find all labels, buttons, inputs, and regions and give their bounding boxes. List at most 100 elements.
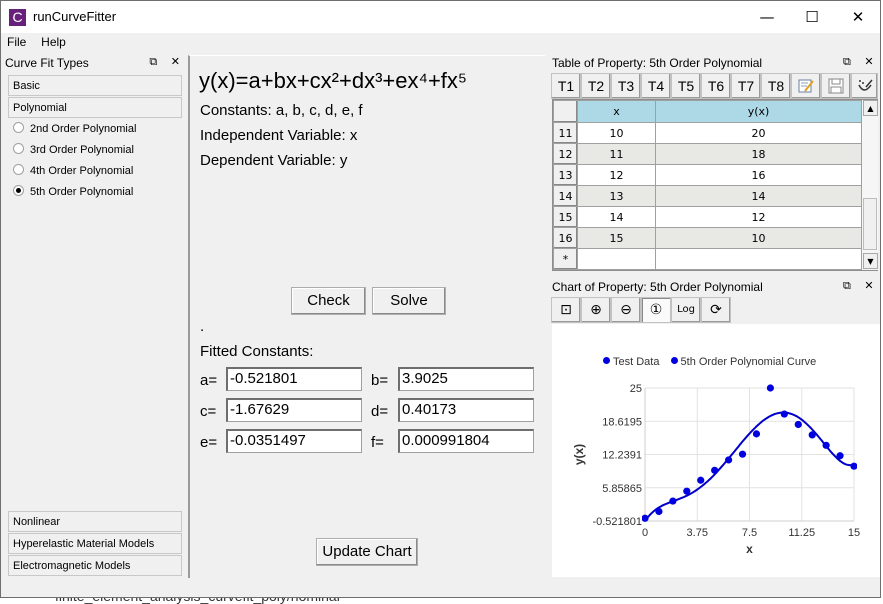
cell-y[interactable]: 18 [655, 143, 862, 165]
tab-t8[interactable]: T8 [761, 73, 791, 99]
option-label: 4th Order Polynomial [30, 165, 134, 177]
cell-y[interactable]: 10 [655, 227, 862, 249]
cell-x[interactable]: 12 [577, 164, 656, 186]
clear-button[interactable] [851, 73, 878, 99]
tab-t5[interactable]: T5 [671, 73, 701, 99]
tab-t4[interactable]: T4 [641, 73, 671, 99]
log-scale-button[interactable]: Log [671, 297, 701, 323]
row-header[interactable]: 12 [553, 143, 578, 165]
category-polynomial[interactable]: Polynomial [8, 97, 182, 118]
input-c[interactable]: -1.67629 [226, 398, 362, 422]
menu-bar: File Help [1, 33, 880, 53]
minimize-button[interactable]: — [744, 1, 790, 33]
category-nonlinear[interactable]: Nonlinear [8, 511, 182, 532]
update-chart-button[interactable]: Update Chart [316, 538, 418, 566]
row-header[interactable]: 16 [553, 227, 578, 249]
input-f[interactable]: 0.000991804 [398, 429, 534, 453]
option-4th-order[interactable]: 4th Order Polynomial [13, 164, 133, 184]
tab-t3[interactable]: T3 [611, 73, 641, 99]
row-header[interactable]: 15 [553, 206, 578, 228]
scroll-up-arrow-icon[interactable]: ▲ [863, 100, 878, 116]
menu-help[interactable]: Help [35, 33, 71, 49]
radio-button[interactable] [13, 143, 24, 154]
close-button[interactable]: ✕ [835, 1, 881, 33]
radio-button[interactable] [13, 164, 24, 175]
label-c: c= [200, 403, 217, 420]
refresh-button[interactable]: ⟳ [701, 297, 731, 323]
close-icon[interactable]: ✕ [864, 279, 873, 292]
table-row: 14 13 14 [553, 185, 862, 207]
close-icon[interactable]: ✕ [171, 55, 180, 68]
chart-dock-title: Chart of Property: 5th Order Polynomial [552, 280, 763, 294]
zoom-in-button[interactable]: ⊕ [581, 297, 611, 323]
cell-y[interactable]: 12 [655, 206, 862, 228]
data-point [697, 476, 705, 484]
radio-button[interactable] [13, 122, 24, 133]
option-2nd-order[interactable]: 2nd Order Polynomial [13, 122, 136, 142]
category-electromagnetic[interactable]: Electromagnetic Models [8, 555, 182, 576]
fit-panel: y(x)=a+bx+cx²+dx³+ex⁴+fx⁵ Constants: a, … [188, 55, 545, 578]
menu-file[interactable]: File [1, 33, 31, 49]
tab-t1[interactable]: T1 [551, 73, 581, 99]
save-button[interactable] [821, 73, 851, 99]
legend-label: Test Data [613, 356, 660, 368]
cell-y[interactable]: 20 [655, 122, 862, 144]
data-table: x y(x) 11 10 20 12 11 18 13 12 16 14 13 [552, 99, 878, 271]
scroll-down-arrow-icon[interactable]: ▼ [863, 253, 878, 269]
cell-x[interactable] [577, 248, 656, 270]
input-b[interactable]: 3.9025 [398, 367, 534, 391]
legend-test-data[interactable]: Test Data [603, 356, 659, 368]
table-scrollbar[interactable]: ▲ ▼ [862, 100, 878, 270]
cell-x[interactable]: 14 [577, 206, 656, 228]
edit-button[interactable] [791, 73, 821, 99]
fitted-constants-title: Fitted Constants: [200, 343, 314, 360]
tab-t6[interactable]: T6 [701, 73, 731, 99]
zoom-out-button[interactable]: ⊖ [611, 297, 641, 323]
clear-icon [857, 79, 873, 91]
input-a[interactable]: -0.521801 [226, 367, 362, 391]
radio-button-selected[interactable] [13, 185, 24, 196]
y-tick-label: -0.521801 [592, 516, 642, 528]
cell-x[interactable]: 15 [577, 227, 656, 249]
linear-scale-button[interactable]: ① [641, 297, 671, 323]
row-header[interactable]: 14 [553, 185, 578, 207]
app-icon: C [9, 9, 26, 26]
data-point [780, 410, 788, 418]
cell-x[interactable]: 11 [577, 143, 656, 165]
option-3rd-order[interactable]: 3rd Order Polynomial [13, 143, 134, 163]
cell-x[interactable]: 13 [577, 185, 656, 207]
option-label: 5th Order Polynomial [30, 186, 134, 198]
maximize-button[interactable]: ☐ [789, 1, 835, 33]
scroll-thumb[interactable] [863, 198, 877, 250]
app-window: C runCurveFitter — ☐ ✕ File Help Curve F… [0, 0, 881, 598]
float-icon[interactable]: ⧉ [149, 55, 157, 68]
category-basic[interactable]: Basic [8, 75, 182, 96]
row-header[interactable]: * [553, 248, 578, 270]
tab-t2[interactable]: T2 [581, 73, 611, 99]
float-icon[interactable]: ⧉ [843, 55, 851, 68]
check-button[interactable]: Check [291, 287, 366, 315]
tab-t7[interactable]: T7 [731, 73, 761, 99]
data-point [725, 456, 733, 464]
column-header-y[interactable]: y(x) [655, 100, 862, 123]
column-header-x[interactable]: x [577, 100, 656, 123]
cell-y[interactable]: 14 [655, 185, 862, 207]
y-tick-label: 12.2391 [602, 450, 642, 462]
solve-button[interactable]: Solve [372, 287, 446, 315]
label-d: d= [371, 403, 389, 420]
input-e[interactable]: -0.0351497 [226, 429, 362, 453]
cell-y[interactable] [655, 248, 862, 270]
category-hyperelastic[interactable]: Hyperelastic Material Models [8, 533, 182, 554]
option-5th-order[interactable]: 5th Order Polynomial [13, 185, 133, 205]
legend-curve[interactable]: 5th Order Polynomial Curve [670, 356, 816, 368]
fit-view-button[interactable]: ⊡ [551, 297, 581, 323]
row-header[interactable]: 11 [553, 122, 578, 144]
x-axis-title: x [746, 542, 753, 556]
row-header[interactable]: 13 [553, 164, 578, 186]
float-icon[interactable]: ⧉ [843, 279, 851, 292]
input-d[interactable]: 0.40173 [398, 398, 534, 422]
cell-x[interactable]: 10 [577, 122, 656, 144]
close-icon[interactable]: ✕ [864, 55, 873, 68]
cell-y[interactable]: 16 [655, 164, 862, 186]
corner-cell[interactable] [553, 100, 578, 123]
